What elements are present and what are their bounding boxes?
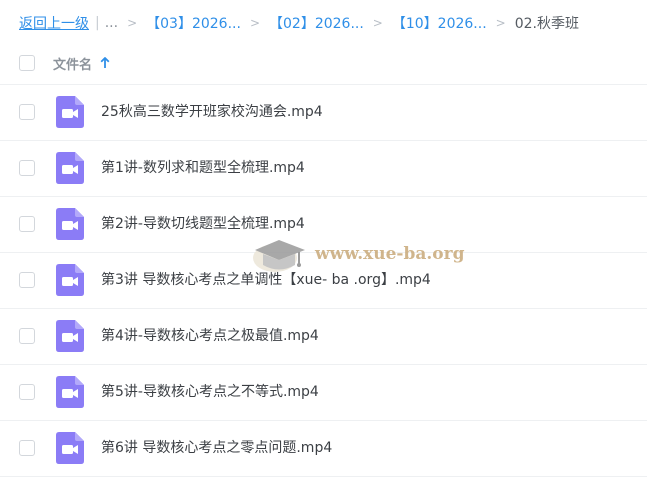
video-icon	[56, 208, 84, 240]
video-icon	[56, 320, 84, 352]
file-name[interactable]: 第3讲 导数核心考点之单调性【xue- ba .org】.mp4	[101, 269, 431, 289]
file-name[interactable]: 第4讲-导数核心考点之极最值.mp4	[101, 325, 319, 345]
row-checkbox[interactable]	[19, 328, 35, 344]
file-list-header: 文件名	[0, 42, 647, 85]
file-row[interactable]: 第4讲-导数核心考点之极最值.mp4	[0, 308, 647, 365]
breadcrumb-item-3[interactable]: 【10】2026...	[392, 13, 487, 33]
chevron-right-icon: >	[372, 16, 383, 30]
video-icon	[56, 96, 84, 128]
row-checkbox[interactable]	[19, 160, 35, 176]
file-name[interactable]: 第2讲-导数切线题型全梳理.mp4	[101, 213, 305, 233]
row-checkbox[interactable]	[19, 272, 35, 288]
breadcrumb-item-1[interactable]: 【03】2026...	[146, 13, 241, 33]
video-icon	[56, 264, 84, 296]
row-checkbox[interactable]	[19, 384, 35, 400]
breadcrumb-current: 02.秋季班	[514, 16, 579, 32]
file-row[interactable]: 第6讲 导数核心考点之零点问题.mp4	[0, 420, 647, 477]
chevron-right-icon: >	[249, 16, 260, 30]
breadcrumb: 返回上一级 | ... > 【03】2026... > 【02】2026... …	[19, 12, 579, 34]
file-row[interactable]: 第2讲-导数切线题型全梳理.mp4	[0, 196, 647, 253]
file-row[interactable]: 25秋高三数学开班家校沟通会.mp4	[0, 84, 647, 141]
chevron-right-icon: >	[127, 16, 138, 30]
video-icon	[56, 152, 84, 184]
chevron-right-icon: >	[495, 16, 506, 30]
file-name[interactable]: 第5讲-导数核心考点之不等式.mp4	[101, 381, 319, 401]
file-row[interactable]: 第5讲-导数核心考点之不等式.mp4	[0, 364, 647, 421]
file-row[interactable]: 第1讲-数列求和题型全梳理.mp4	[0, 140, 647, 197]
sort-ascending-icon	[100, 57, 110, 68]
select-all-checkbox[interactable]	[19, 55, 35, 71]
video-icon	[56, 432, 84, 464]
breadcrumb-ellipsis[interactable]: ...	[105, 15, 118, 31]
file-name[interactable]: 第1讲-数列求和题型全梳理.mp4	[101, 157, 305, 177]
breadcrumb-divider: |	[95, 15, 100, 31]
row-checkbox[interactable]	[19, 216, 35, 232]
breadcrumb-item-2[interactable]: 【02】2026...	[269, 13, 364, 33]
column-header-filename[interactable]: 文件名	[53, 54, 110, 73]
row-checkbox[interactable]	[19, 440, 35, 456]
column-header-label: 文件名	[53, 57, 93, 73]
file-row[interactable]: 第3讲 导数核心考点之单调性【xue- ba .org】.mp4	[0, 252, 647, 309]
file-name[interactable]: 25秋高三数学开班家校沟通会.mp4	[101, 101, 323, 121]
video-icon	[56, 376, 84, 408]
file-name[interactable]: 第6讲 导数核心考点之零点问题.mp4	[101, 437, 332, 457]
row-checkbox[interactable]	[19, 104, 35, 120]
back-link[interactable]: 返回上一级	[19, 13, 89, 33]
